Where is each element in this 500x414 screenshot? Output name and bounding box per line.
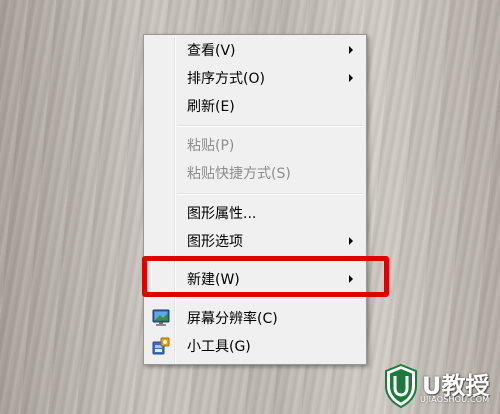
desktop-context-menu: 查看(V) 排序方式(O) 刷新(E) 粘贴(P) 粘贴快捷方式(S) 图形属性… — [143, 34, 367, 365]
menu-separator — [177, 125, 363, 127]
menu-item-label: 排序方式(O) — [187, 71, 265, 87]
submenu-arrow-icon — [349, 46, 353, 54]
menu-separator — [177, 298, 363, 300]
menu-item-sort-by[interactable]: 排序方式(O) — [146, 65, 364, 91]
menu-item-label: 小工具(G) — [187, 339, 251, 355]
menu-item-label: 刷新(E) — [187, 99, 235, 115]
monitor-icon — [152, 309, 170, 326]
submenu-arrow-icon — [349, 237, 353, 245]
menu-item-refresh[interactable]: 刷新(E) — [146, 93, 364, 119]
menu-item-view[interactable]: 查看(V) — [146, 37, 364, 63]
menu-item-label: 粘贴(P) — [187, 138, 235, 154]
menu-item-label: 图形选项 — [187, 234, 243, 250]
menu-item-graphics-options[interactable]: 图形选项 — [146, 228, 364, 254]
menu-item-gadgets[interactable]: 小工具(G) — [146, 333, 364, 359]
menu-item-label: 屏幕分辨率(C) — [187, 311, 278, 327]
menu-item-label: 粘贴快捷方式(S) — [187, 166, 291, 182]
shield-logo-icon — [385, 364, 417, 408]
watermark-site: UJIAOSHOU.COM — [420, 395, 490, 404]
menu-separator — [177, 193, 363, 195]
menu-item-paste-shortcut[interactable]: 粘贴快捷方式(S) — [146, 160, 364, 186]
menu-item-screen-resolution[interactable]: 屏幕分辨率(C) — [146, 305, 364, 331]
menu-item-label: 查看(V) — [187, 43, 236, 59]
submenu-arrow-icon — [349, 74, 353, 82]
red-annotation-box — [142, 256, 389, 297]
menu-item-graphics-properties[interactable]: 图形属性... — [146, 200, 364, 226]
menu-item-label: 图形属性... — [187, 206, 257, 222]
menu-item-paste[interactable]: 粘贴(P) — [146, 132, 364, 158]
watermark-logo: U教授 UJIAOSHOU.COM — [380, 364, 498, 412]
gadgets-icon — [152, 337, 170, 355]
